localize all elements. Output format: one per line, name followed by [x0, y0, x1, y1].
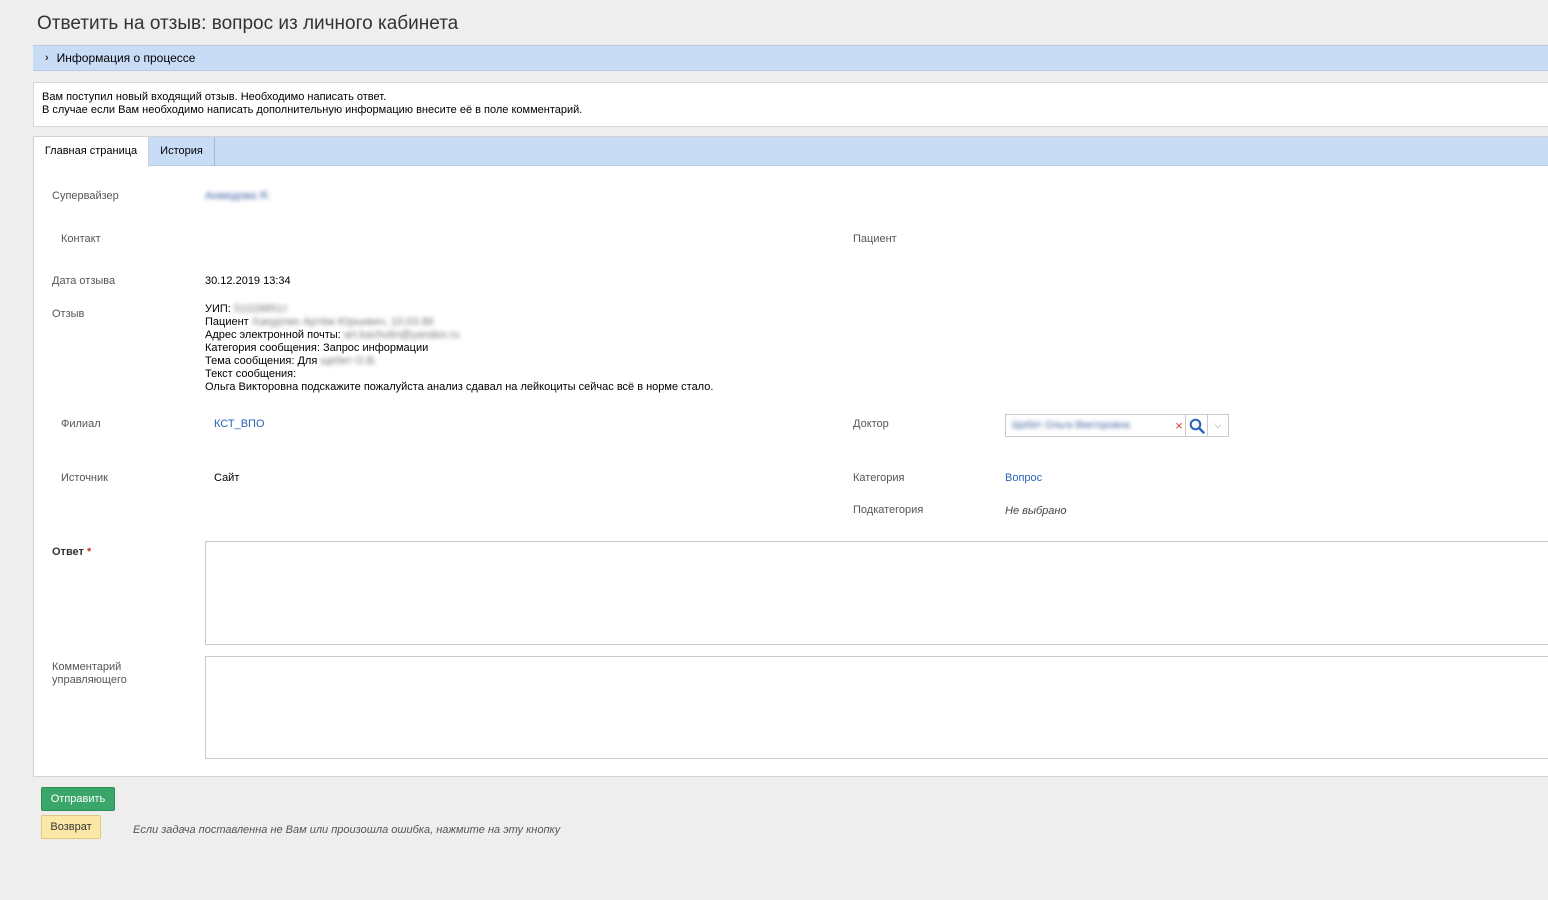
feedback-label: Отзыв	[52, 308, 85, 320]
chevron-down-icon[interactable]: ⌵	[1207, 415, 1228, 436]
category-label: Категория	[853, 472, 905, 484]
chevron-right-icon: ›	[45, 52, 49, 64]
answer-textarea[interactable]	[205, 541, 1548, 645]
category-link[interactable]: Вопрос	[1005, 472, 1042, 484]
search-icon[interactable]	[1185, 415, 1207, 436]
manager-comment-label-line1: Комментарий	[52, 661, 122, 673]
category-line: Категория сообщения: Запрос информации	[205, 342, 429, 354]
doctor-value[interactable]: Щебет Ольга Викторовна	[1006, 420, 1173, 431]
process-info-label: Информация о процессе	[56, 51, 196, 65]
doctor-lookup[interactable]: Щебет Ольга Викторовна × ⌵	[1005, 414, 1229, 437]
info-line-1: Вам поступил новый входящий отзыв. Необх…	[42, 91, 387, 103]
email-prefix: Адрес электронной почты:	[205, 329, 341, 341]
return-hint: Если задача поставленна не Вам или произ…	[133, 824, 561, 836]
answer-label-text: Ответ	[52, 546, 84, 558]
answer-label: Ответ *	[52, 546, 91, 558]
feedback-date-value: 30.12.2019 13:34	[205, 275, 291, 287]
info-line-2: В случае если Вам необходимо написать до…	[42, 104, 583, 116]
topic-value: щебет О.В.	[320, 355, 378, 367]
source-label: Источник	[61, 472, 108, 484]
return-button[interactable]: Возврат	[41, 815, 101, 839]
subcategory-label: Подкатегория	[853, 504, 924, 516]
process-info-toggle[interactable]: › Информация о процессе	[33, 45, 1548, 71]
patient-label: Пациент	[853, 233, 897, 245]
send-button[interactable]: Отправить	[41, 787, 115, 811]
required-mark: *	[86, 546, 92, 558]
supervisor-label: Супервайзер	[52, 190, 119, 202]
page-title: Ответить на отзыв: вопрос из личного каб…	[37, 13, 459, 34]
uip-value: 51028851т	[233, 303, 288, 315]
manager-comment-label-line2: управляющего	[52, 674, 127, 686]
manager-comment-label: Комментарий управляющего	[52, 661, 127, 687]
supervisor-link[interactable]: Анмедова Я.	[205, 190, 270, 202]
doctor-label: Доктор	[853, 418, 889, 430]
tab-history[interactable]: История	[149, 137, 215, 166]
branch-link[interactable]: КСТ_ВПО	[214, 418, 265, 430]
feedback-text: УИП: 51028851т Пациент Хакурлин Артём Юр…	[205, 303, 713, 394]
tab-bar: Главная страница История	[34, 137, 1548, 167]
manager-comment-textarea[interactable]	[205, 656, 1548, 759]
feedback-date-label: Дата отзыва	[52, 275, 116, 287]
patient-value: Хакурлин Артём Юрьевич, 10.03.86	[251, 316, 434, 328]
text-prefix: Текст сообщения:	[205, 368, 297, 380]
clear-icon[interactable]: ×	[1173, 418, 1185, 433]
patient-prefix: Пациент	[205, 316, 249, 328]
tab-main-page[interactable]: Главная страница	[34, 137, 149, 167]
contact-label: Контакт	[61, 233, 101, 245]
source-value: Сайт	[214, 472, 240, 484]
uip-prefix: УИП:	[205, 303, 231, 315]
subcategory-value[interactable]: Не выбрано	[1005, 505, 1067, 517]
info-message: Вам поступил новый входящий отзыв. Необх…	[33, 82, 1548, 127]
tab-panel: Главная страница История Супервайзер Анм…	[33, 136, 1548, 777]
branch-label: Филиал	[61, 418, 101, 430]
text-body: Ольга Викторовна подскажите пожалуйста а…	[205, 381, 714, 393]
email-value: art.kachulin@yandex.ru	[343, 329, 460, 341]
topic-prefix: Тема сообщения: Для	[205, 355, 318, 367]
